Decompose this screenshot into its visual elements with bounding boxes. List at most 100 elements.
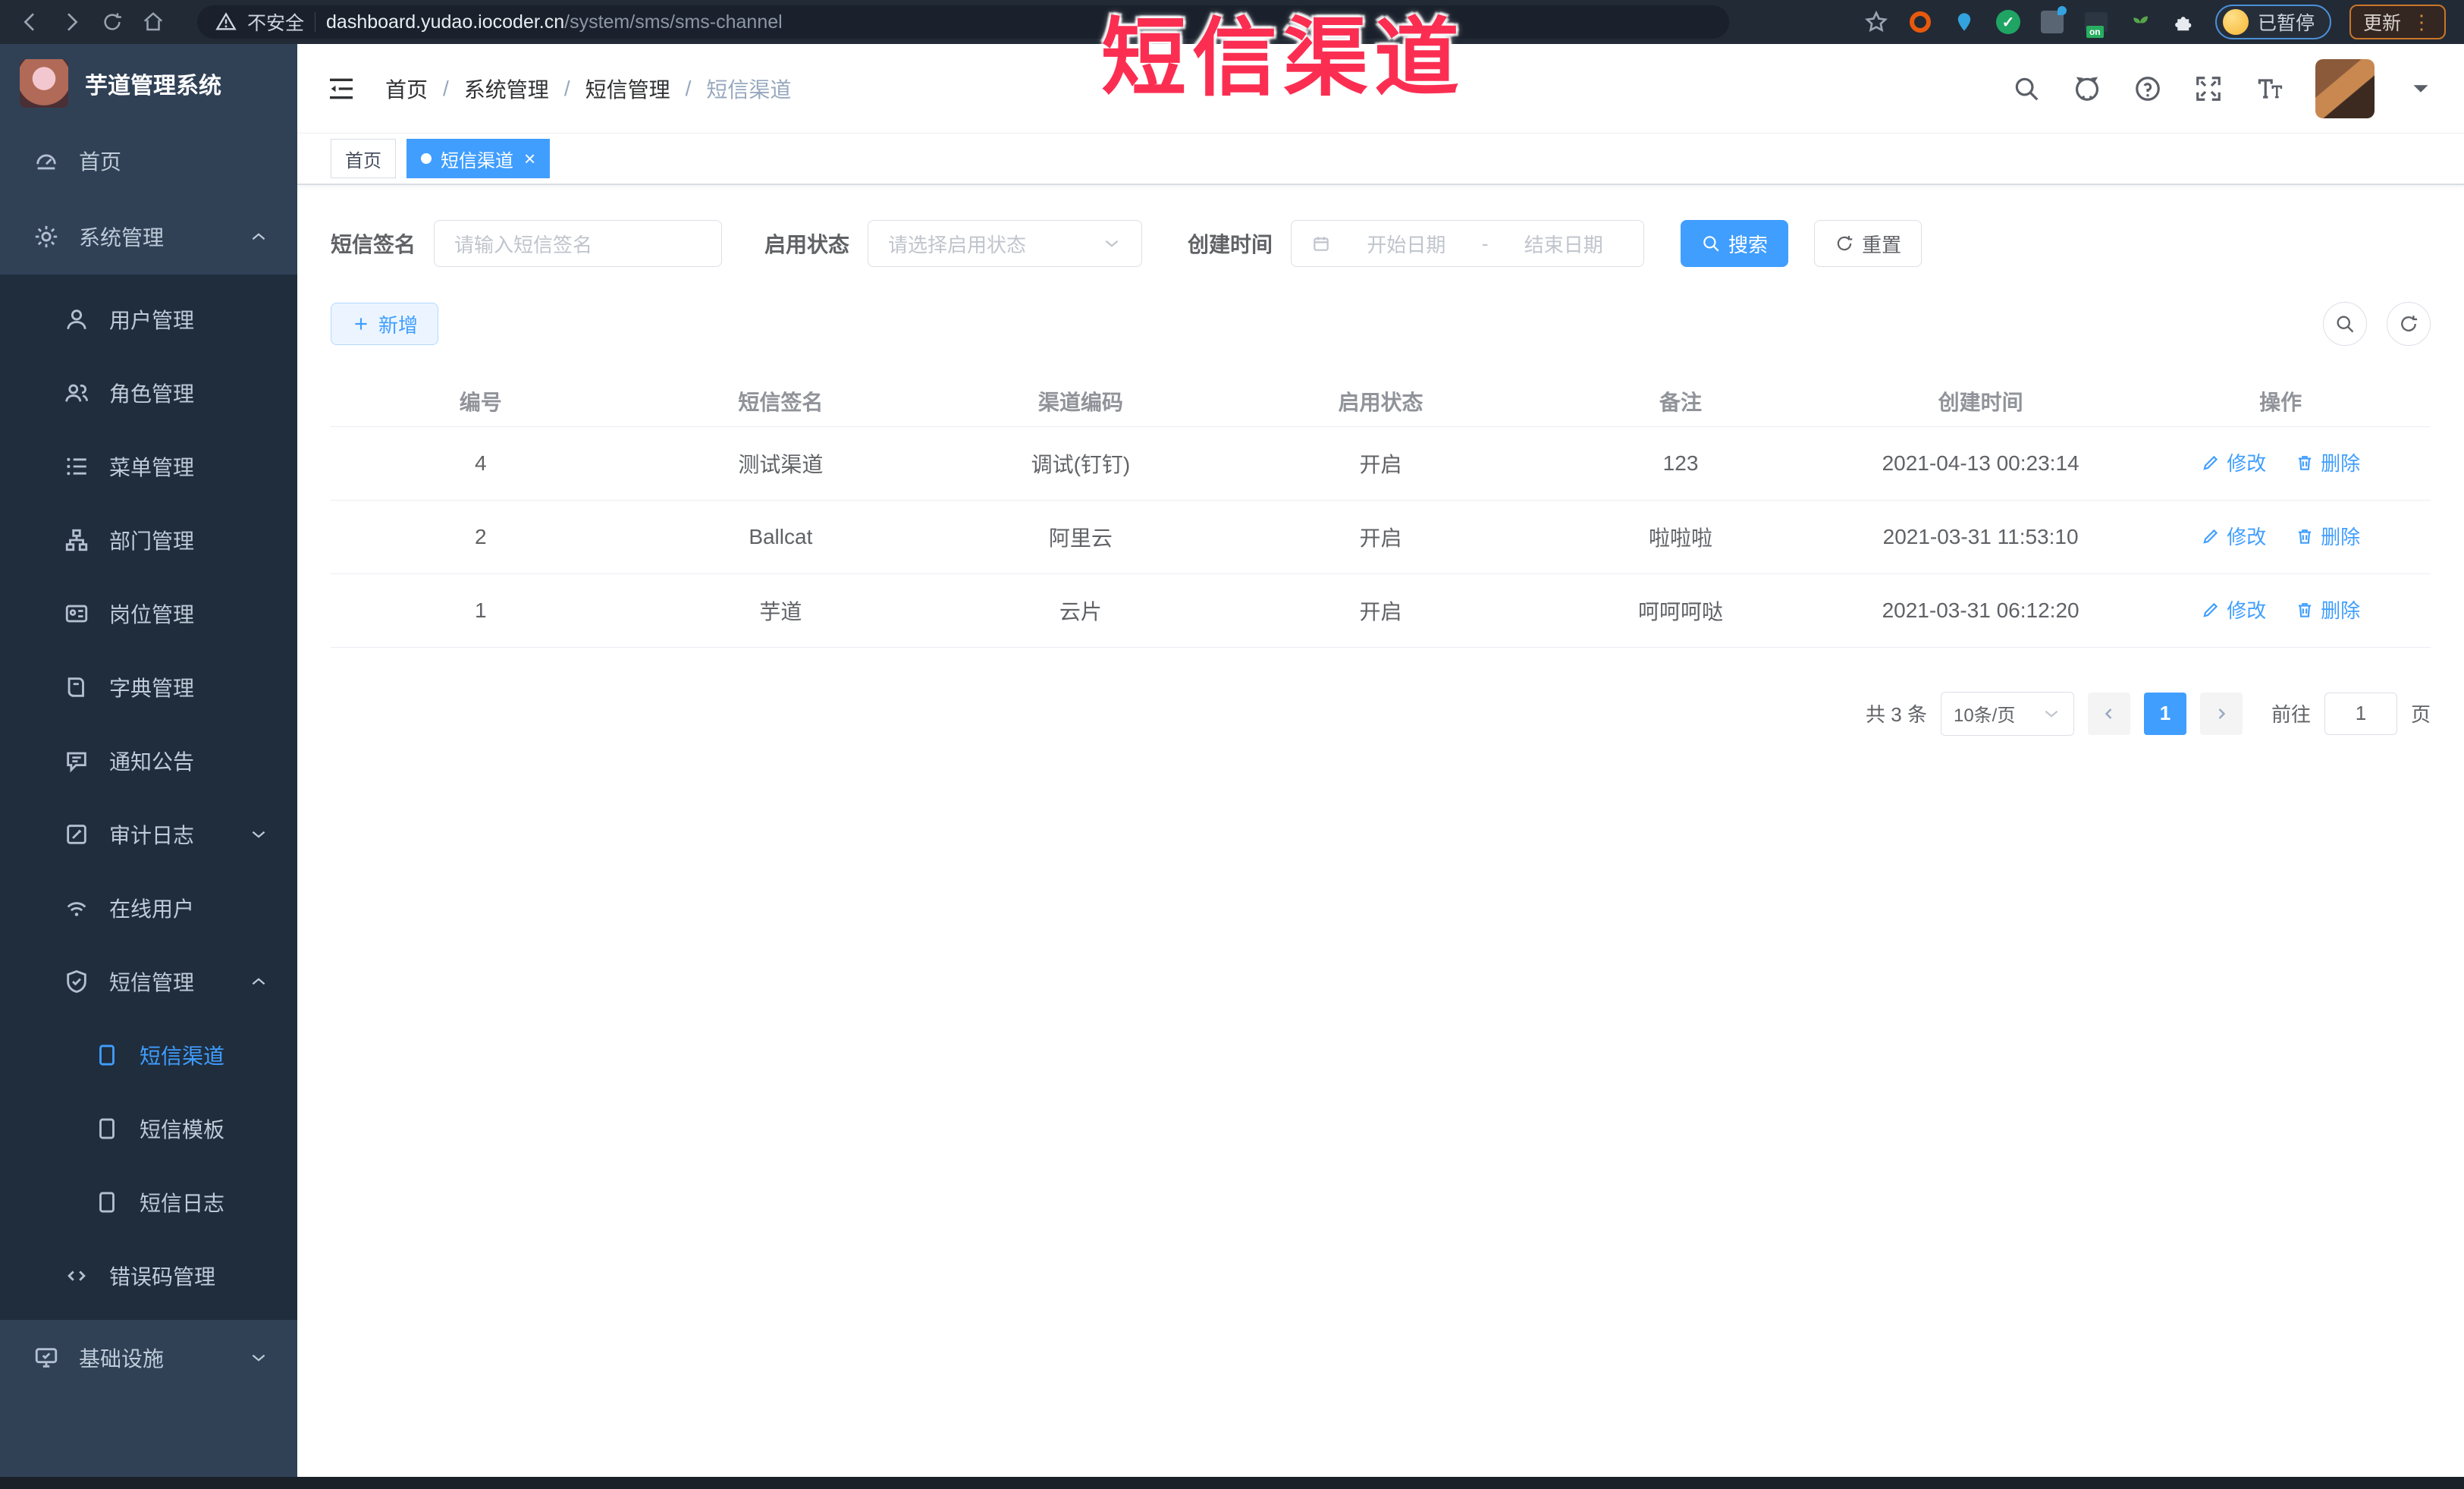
time-label: 创建时间	[1188, 233, 1273, 256]
sidebar-item-audit-log[interactable]: 审计日志	[0, 797, 297, 871]
tampermonkey-extension-icon[interactable]	[2039, 6, 2067, 35]
col-code: 渠道编码	[931, 376, 1231, 427]
announcement-icon	[64, 748, 89, 774]
trash-icon	[2295, 600, 2315, 620]
cell-code: 阿里云	[931, 500, 1231, 574]
page-size-value: 10条/页	[1953, 705, 2016, 726]
sidebar-item-error-code[interactable]: 错误码管理	[0, 1239, 297, 1312]
cell-sign: 芋道	[630, 573, 931, 648]
sidebar-item-online-users[interactable]: 在线用户	[0, 871, 297, 944]
paused-label: 已暂停	[2257, 13, 2315, 34]
status-select[interactable]: 请选择启用状态	[868, 220, 1143, 267]
delete-link[interactable]: 删除	[2295, 595, 2360, 624]
sign-label: 短信签名	[331, 233, 416, 256]
tab-sms-channel[interactable]: 短信渠道 ×	[406, 139, 551, 178]
breadcrumb-sms[interactable]: 短信管理	[585, 74, 670, 104]
extensions-puzzle-icon[interactable]	[2171, 9, 2197, 35]
cell-sign: 测试渠道	[630, 426, 931, 501]
sign-input[interactable]: 请输入短信签名	[434, 220, 723, 267]
caret-down-icon[interactable]	[2406, 74, 2435, 103]
table-row: 2 Ballcat 阿里云 开启 啦啦啦 2021-03-31 11:53:10…	[331, 500, 2431, 574]
sidebar-item-dict-management[interactable]: 字典管理	[0, 650, 297, 724]
not-secure-label[interactable]: 不安全	[247, 8, 304, 36]
end-date-placeholder[interactable]: 结束日期	[1503, 230, 1624, 258]
breadcrumb: 首页 / 系统管理 / 短信管理 / 短信渠道	[385, 74, 791, 104]
sidebar-item-sms-log[interactable]: 短信日志	[0, 1165, 297, 1239]
prev-page-button[interactable]	[2087, 692, 2130, 735]
vpn-on-extension-icon[interactable]: on	[2083, 9, 2109, 38]
sidebar-item-label: 字典管理	[109, 676, 195, 700]
tab-home[interactable]: 首页	[331, 139, 396, 178]
cell-status: 开启	[1230, 573, 1531, 648]
address-bar[interactable]: 不安全 dashboard.yudao.iocoder.cn/system/sm…	[197, 5, 1729, 39]
sidebar-item-role-management[interactable]: 角色管理	[0, 356, 297, 429]
add-button[interactable]: 新增	[331, 303, 439, 345]
toggle-search-button[interactable]	[2323, 302, 2367, 346]
sidebar-item-home[interactable]: 首页	[0, 123, 297, 199]
hamburger-icon[interactable]	[326, 74, 356, 104]
browser-home-icon[interactable]	[137, 5, 170, 39]
sidebar-item-label: 菜单管理	[109, 455, 195, 479]
sidebar-item-infrastructure[interactable]: 基础设施	[0, 1320, 297, 1396]
edit-link[interactable]: 修改	[2201, 522, 2266, 550]
start-date-placeholder[interactable]: 开始日期	[1346, 230, 1467, 258]
breadcrumb-system[interactable]: 系统管理	[464, 74, 549, 104]
sidebar-item-sms-channel[interactable]: 短信渠道	[0, 1018, 297, 1092]
breadcrumb-home[interactable]: 首页	[385, 74, 428, 104]
sidebar-item-user-management[interactable]: 用户管理	[0, 282, 297, 356]
dictionary-icon	[64, 674, 89, 700]
reset-button[interactable]: 重置	[1814, 220, 1923, 267]
browser-back-icon[interactable]	[14, 5, 47, 39]
table-row: 1 芋道 云片 开启 呵呵呵哒 2021-03-31 06:12:20 修改 删…	[331, 573, 2431, 648]
search-button[interactable]: 搜索	[1681, 220, 1789, 267]
fullscreen-icon[interactable]	[2194, 74, 2223, 103]
search-icon	[2334, 313, 2356, 335]
browser-reload-icon[interactable]	[96, 5, 129, 39]
orange-ring-extension-icon[interactable]	[1907, 9, 1933, 35]
help-icon[interactable]	[2133, 74, 2162, 103]
goto-page-input[interactable]: 1	[2324, 692, 2397, 735]
app-logo-row[interactable]: 芋道管理系统	[0, 44, 297, 123]
github-icon[interactable]	[2073, 74, 2101, 103]
trash-icon	[2295, 526, 2315, 546]
profile-paused-badge[interactable]: 已暂停	[2214, 5, 2331, 39]
cell-created: 2021-04-13 00:23:14	[1830, 426, 2131, 501]
refresh-table-button[interactable]	[2387, 302, 2431, 346]
delete-link[interactable]: 删除	[2295, 448, 2360, 476]
search-icon[interactable]	[2012, 74, 2041, 103]
page-size-select[interactable]: 10条/页	[1940, 691, 2074, 736]
font-size-icon[interactable]	[2255, 74, 2284, 103]
edit-link[interactable]: 修改	[2201, 448, 2266, 476]
dashboard-icon	[33, 148, 59, 174]
tab-close-icon[interactable]: ×	[524, 149, 535, 168]
table-toolbar: 新增	[331, 302, 2431, 346]
sidebar-item-department-management[interactable]: 部门管理	[0, 503, 297, 576]
green-check-extension-icon[interactable]: ✓	[1995, 9, 2021, 35]
tab-label: 短信渠道	[441, 150, 513, 171]
sidebar-item-system-management[interactable]: 系统管理	[0, 199, 297, 275]
sidebar-item-sms-template[interactable]: 短信模板	[0, 1092, 297, 1165]
profile-emoji-avatar	[2222, 9, 2249, 35]
plant-extension-icon[interactable]	[2127, 9, 2153, 35]
delete-link[interactable]: 删除	[2295, 522, 2360, 550]
sidebar-item-sms-management[interactable]: 短信管理	[0, 944, 297, 1018]
browser-update-button[interactable]: 更新 ⋮	[2349, 5, 2446, 39]
app-title: 芋道管理系统	[85, 74, 221, 99]
sidebar-item-menu-management[interactable]: 菜单管理	[0, 429, 297, 503]
date-range-picker[interactable]: 开始日期 - 结束日期	[1291, 220, 1645, 267]
bookmark-star-icon[interactable]	[1863, 9, 1889, 35]
user-avatar[interactable]	[2315, 58, 2375, 118]
page-unit-label: 页	[2410, 703, 2431, 726]
col-remark: 备注	[1530, 376, 1831, 427]
sidebar-item-notice[interactable]: 通知公告	[0, 724, 297, 797]
blue-pin-extension-icon[interactable]	[1951, 9, 1977, 35]
sidebar-item-post-management[interactable]: 岗位管理	[0, 576, 297, 650]
chevron-up-icon	[249, 972, 268, 991]
online-user-icon	[64, 895, 89, 921]
browser-menu-dots-icon[interactable]: ⋮	[2412, 11, 2432, 34]
col-created: 创建时间	[1830, 376, 2131, 427]
edit-link[interactable]: 修改	[2201, 595, 2266, 624]
next-page-button[interactable]	[2199, 692, 2243, 735]
browser-forward-icon[interactable]	[55, 5, 88, 39]
page-number-button[interactable]: 1	[2143, 692, 2186, 735]
